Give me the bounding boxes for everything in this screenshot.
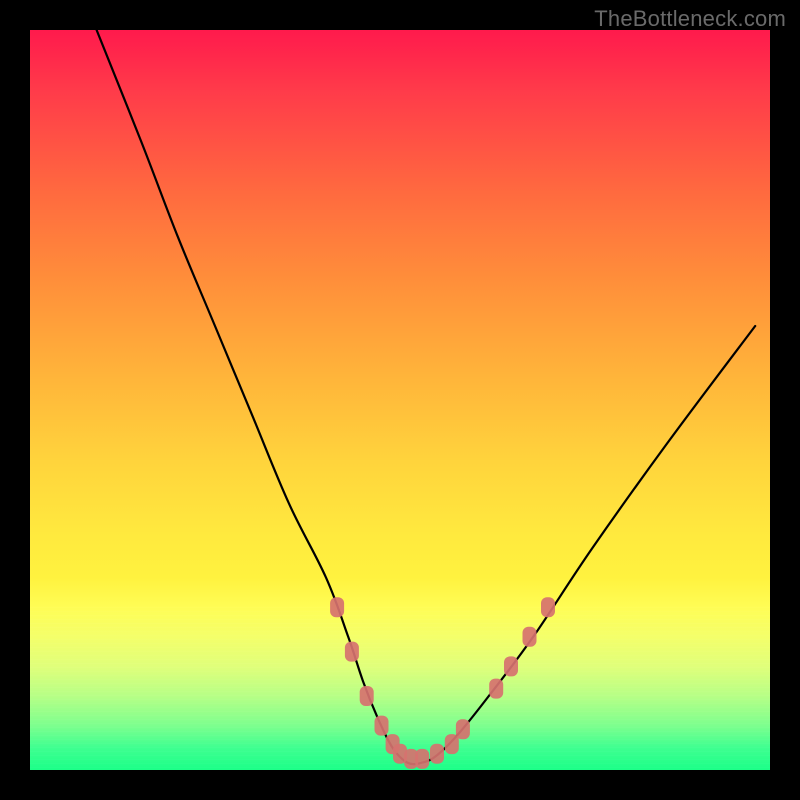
marker-point: [489, 679, 503, 699]
curve-layer: [30, 30, 770, 770]
marker-point: [430, 744, 444, 764]
marker-point: [375, 716, 389, 736]
chart-frame: TheBottleneck.com: [0, 0, 800, 800]
marker-point: [504, 656, 518, 676]
plot-area: [30, 30, 770, 770]
watermark-text: TheBottleneck.com: [594, 6, 786, 32]
marker-point: [330, 597, 344, 617]
marker-point: [345, 642, 359, 662]
marker-point: [360, 686, 374, 706]
marker-point: [415, 749, 429, 769]
marker-point: [456, 719, 470, 739]
marker-point: [523, 627, 537, 647]
marker-point: [445, 734, 459, 754]
bottleneck-curve-path: [97, 30, 756, 764]
marker-point: [541, 597, 555, 617]
